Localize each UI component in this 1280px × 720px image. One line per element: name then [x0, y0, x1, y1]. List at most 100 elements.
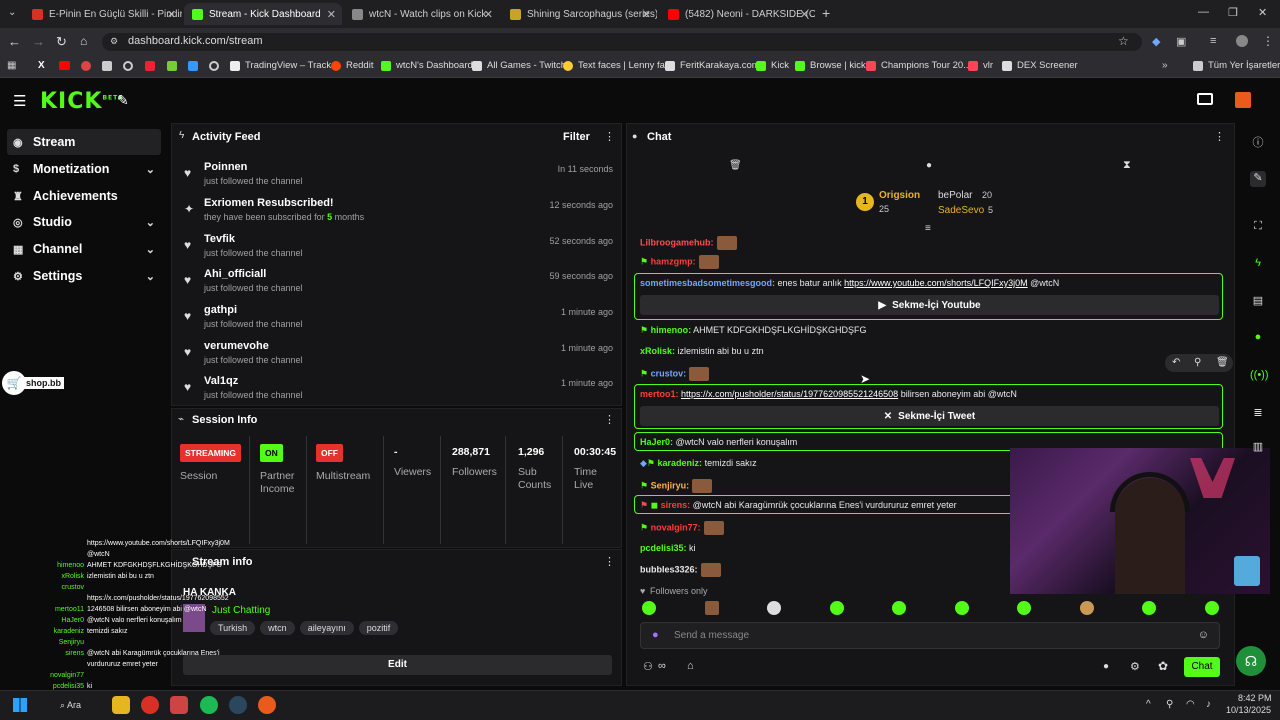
chat-link[interactable]: https://www.youtube.com/shorts/LFQIFxy3j…	[844, 278, 1028, 288]
taskbar-search[interactable]: ⌕ Ara	[60, 700, 81, 711]
bookmark-icon[interactable]	[102, 61, 112, 71]
emote-quick-icon[interactable]	[1205, 601, 1219, 615]
back-icon[interactable]: ←	[8, 34, 21, 49]
crop-icon[interactable]: ⛶	[1250, 220, 1266, 236]
sidebar-item-channel[interactable]: ▦ Channel ⌄	[7, 236, 161, 262]
x-bookmark-icon[interactable]: X	[38, 60, 45, 71]
sidebar-item-studio[interactable]: ◎ Studio ⌄	[7, 209, 161, 235]
filter-button[interactable]: Filter	[563, 131, 590, 143]
maximize-icon[interactable]: ❐	[1228, 6, 1238, 19]
close-window-icon[interactable]: ✕	[1258, 6, 1267, 19]
tab-1[interactable]: E-Pinin En Güçlü Skilli - Pindirin ✕	[24, 3, 182, 25]
bookmark-kick[interactable]: Kick	[756, 60, 789, 71]
emote-quick-icon[interactable]	[955, 601, 969, 615]
obs-icon[interactable]	[258, 696, 276, 714]
support-headset-button[interactable]: ☊	[1236, 646, 1266, 676]
new-tab-icon[interactable]: +	[822, 5, 830, 21]
bookmark-icon[interactable]	[167, 61, 177, 71]
menu-kebab-icon[interactable]: ⋮	[1262, 34, 1274, 48]
edit-button[interactable]: Edit	[183, 655, 612, 675]
all-bookmarks-folder[interactable]: Tüm Yer İşaretleri	[1193, 60, 1280, 71]
more-options-icon[interactable]: ⋮	[604, 555, 615, 568]
tab-5[interactable]: (5482) Neoni - DARKSIDE (Offic ✕	[660, 3, 815, 25]
close-icon[interactable]: ✕	[484, 8, 493, 21]
bookmark-dex-screener[interactable]: DEX Screener	[1002, 60, 1078, 71]
tag[interactable]: Turkish	[210, 621, 256, 635]
minimize-icon[interactable]: —	[1198, 6, 1209, 18]
wifi-icon[interactable]: ◠	[1186, 699, 1195, 710]
windows-start-icon[interactable]	[13, 698, 27, 712]
bookmark-lenny[interactable]: Text faces | Lenny fa...	[563, 60, 673, 71]
emote-quick-icon[interactable]	[892, 601, 906, 615]
chat-username[interactable]: Lilbroogamehub:	[640, 237, 714, 247]
network-icon[interactable]: ⚲	[1166, 699, 1173, 710]
spotify-icon[interactable]	[200, 696, 218, 714]
emote-menu-icon[interactable]: ✿	[1158, 659, 1168, 673]
sidebar-item-stream[interactable]: ◉ Stream	[7, 129, 161, 155]
sidebar-item-settings[interactable]: ⚙ Settings ⌄	[7, 263, 161, 289]
send-chat-button[interactable]: Chat	[1184, 657, 1220, 677]
app-icon[interactable]	[170, 696, 188, 714]
chat-username[interactable]: bubbles3326:	[640, 564, 698, 574]
emote-quick-icon[interactable]	[705, 601, 719, 615]
steam-icon[interactable]	[229, 696, 247, 714]
stack-icon[interactable]: ≣	[1250, 406, 1266, 422]
home-icon[interactable]: ⌂	[80, 34, 87, 48]
screen-icon[interactable]	[1197, 93, 1213, 105]
bookmark-vlr[interactable]: vlr	[968, 60, 993, 71]
clock-date[interactable]: 10/13/2025	[1226, 705, 1271, 715]
media-icon[interactable]: ≡	[1210, 35, 1216, 47]
extension-icon[interactable]: ◆	[1152, 35, 1160, 48]
chat-icon[interactable]: ●	[926, 160, 932, 171]
close-icon[interactable]: ✕	[327, 8, 336, 21]
inline-tweet-button[interactable]: ✕ Sekme-İçi Tweet	[640, 406, 1219, 426]
chat-username[interactable]: pcdelisi35:	[640, 543, 687, 553]
close-icon[interactable]: ✕	[800, 8, 809, 21]
pin-icon[interactable]: ⚲	[1194, 357, 1201, 368]
chat-username[interactable]: karadeniz:	[658, 458, 703, 468]
chat-username[interactable]: mertoo1:	[640, 389, 679, 399]
tab-2[interactable]: Stream - Kick Dashboard ✕	[184, 3, 342, 25]
bookmark-feritkarakaya[interactable]: FeritKarakaya.com	[665, 60, 760, 71]
chat-username[interactable]: sometimesbadsometimesgood:	[640, 278, 775, 288]
profile-avatar[interactable]	[1236, 35, 1248, 47]
shop-widget[interactable]: 🛒 shop.bb	[2, 370, 74, 396]
store-icon[interactable]: ⌂	[687, 660, 694, 672]
broadcast-icon[interactable]: ((•))	[1250, 369, 1269, 385]
file-explorer-icon[interactable]	[112, 696, 130, 714]
info-icon[interactable]: ⓘ	[1250, 134, 1266, 150]
reply-icon[interactable]: ↶	[1172, 357, 1180, 368]
hourglass-icon[interactable]: ⧗	[1123, 159, 1131, 172]
emote-quick-icon[interactable]	[642, 601, 656, 615]
chrome-icon[interactable]	[141, 696, 159, 714]
bookmark-icon[interactable]	[145, 61, 155, 71]
bookmark-icon[interactable]	[81, 61, 91, 71]
bookmark-icon[interactable]	[209, 61, 219, 71]
more-options-icon[interactable]: ⋮	[604, 130, 615, 143]
tag[interactable]: pozitif	[358, 621, 399, 635]
sidebar-item-monetization[interactable]: $ Monetization ⌄	[7, 156, 161, 182]
filter-lines-icon[interactable]: ≡	[925, 223, 931, 234]
more-options-icon[interactable]: ⋮	[604, 413, 615, 426]
apps-grid-icon[interactable]: ▦	[7, 60, 16, 71]
chat-bubble-icon[interactable]: ●	[1103, 661, 1109, 672]
bookmark-star-icon[interactable]: ☆	[1118, 34, 1129, 48]
chat-username[interactable]: crustov:	[651, 368, 687, 378]
emote-quick-icon[interactable]	[1142, 601, 1156, 615]
chat-input[interactable]: ● Send a message ☺	[640, 622, 1220, 649]
chat-username[interactable]: sirens:	[661, 500, 691, 510]
forward-icon[interactable]: →	[32, 34, 45, 49]
tab-4[interactable]: Shining Sarcophagus (series) | Y✕	[502, 3, 657, 25]
clipboard-icon[interactable]: ▤	[1250, 294, 1266, 310]
close-icon[interactable]: ✕	[642, 8, 651, 21]
bolt-icon[interactable]: ϟ	[1250, 257, 1266, 273]
url-input[interactable]: dashboard.kick.com/stream	[102, 33, 1142, 51]
bookmark-wtcn-dashboard[interactable]: wtcN's Dashboard	[381, 60, 473, 71]
pen-tool-icon[interactable]: ✎	[117, 92, 129, 109]
pencil-icon[interactable]: ✎	[1250, 171, 1266, 187]
delete-icon[interactable]: 🗑	[1216, 357, 1229, 368]
inline-youtube-button[interactable]: ▶ Sekme-İçi Youtube	[640, 295, 1219, 315]
people-icon[interactable]: ⚇	[643, 660, 653, 673]
emoji-icon[interactable]: ☺	[1198, 629, 1209, 641]
clock-time[interactable]: 8:42 PM	[1238, 693, 1272, 703]
